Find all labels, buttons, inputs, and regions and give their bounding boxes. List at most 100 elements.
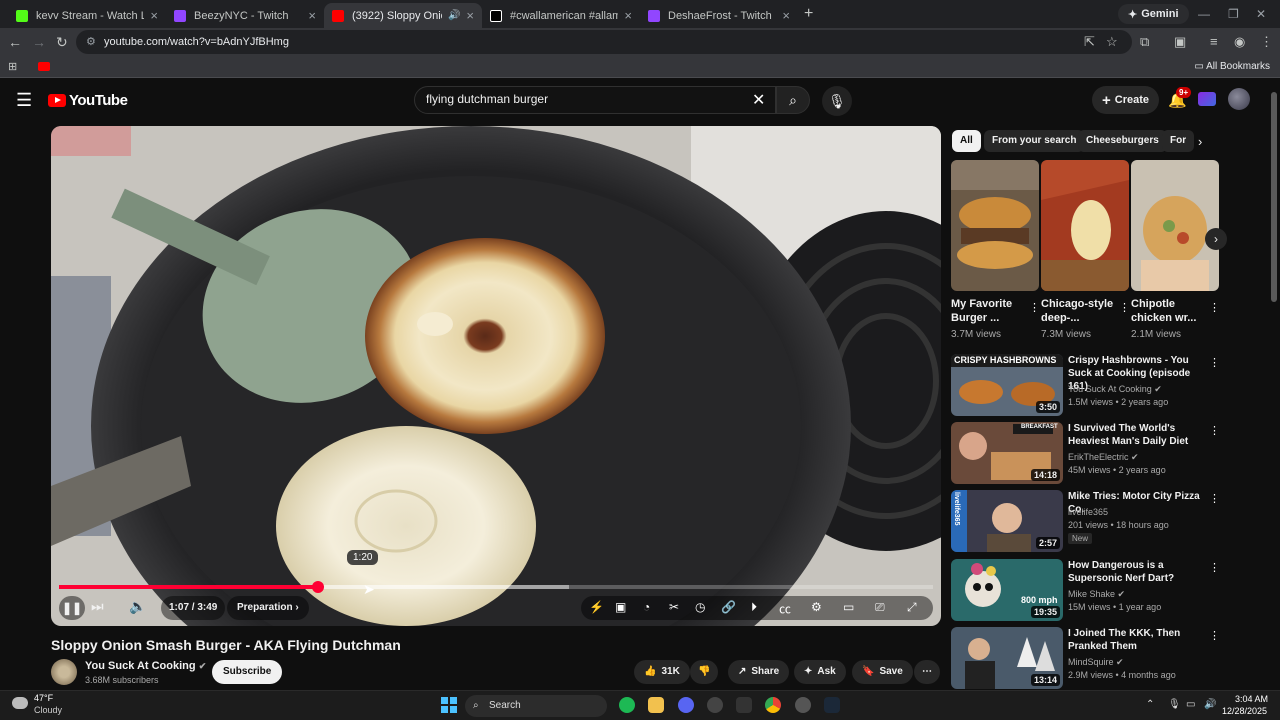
speaker-icon[interactable]: 🔊 (448, 10, 460, 21)
recommendation-channel[interactable]: livelife365 (1068, 507, 1108, 517)
kebab-menu-icon[interactable]: ⋮ (1209, 301, 1220, 314)
search-input[interactable] (426, 92, 746, 106)
lightning-icon[interactable]: ⚡ (589, 600, 604, 614)
browser-tab-twitch-beezy[interactable]: BeezyNYC - Twitch × (166, 3, 324, 28)
file-explorer-icon[interactable] (648, 697, 664, 713)
split-view-icon[interactable]: ▣ (1174, 34, 1186, 50)
youtube-logo[interactable]: YouTube (48, 92, 128, 109)
network-icon[interactable]: ▭ (1186, 699, 1195, 710)
close-tab-icon[interactable]: × (624, 8, 632, 23)
tray-overflow-icon[interactable]: ⌃ (1146, 699, 1154, 710)
kebab-menu-icon[interactable]: ⋮ (1209, 356, 1220, 369)
site-info-icon[interactable]: ⚙ (86, 35, 96, 48)
close-tab-icon[interactable]: × (308, 8, 316, 23)
save-button[interactable]: 🔖 Save (852, 660, 913, 684)
ask-button[interactable]: ✦ Ask (794, 660, 846, 684)
profile-icon[interactable]: ◉ (1234, 34, 1245, 50)
kebab-menu-icon[interactable]: ⋮ (1260, 34, 1273, 50)
dislike-button[interactable]: 👎 (690, 660, 719, 684)
chip-from-your-search[interactable]: From your search (984, 130, 1085, 152)
browser-tab-twitch-deshae[interactable]: DeshaeFrost - Twitch × (640, 3, 798, 28)
all-bookmarks-link[interactable]: ▭ All Bookmarks (1194, 61, 1270, 72)
captions-icon[interactable]: ㏄ (779, 600, 791, 617)
clock-date[interactable]: 12/28/2025 (1222, 706, 1267, 716)
shorts-scroll-right-button[interactable]: › (1205, 228, 1227, 250)
recommendation-item[interactable]: livelife365 2:57 Mike Tries: Motor City … (951, 490, 1221, 552)
bookmark-star-icon[interactable]: ☆ (1106, 34, 1118, 50)
link-icon[interactable]: 🔗 (721, 600, 736, 614)
fullscreen-icon[interactable]: ⤢ (907, 600, 917, 615)
speaker-icon[interactable]: 🔊 (1204, 699, 1216, 710)
chip-for[interactable]: For (1162, 130, 1195, 152)
autoplay-toggle-icon[interactable]: ⏵ (751, 600, 757, 615)
discord-icon[interactable] (678, 697, 694, 713)
back-icon[interactable]: ← (8, 34, 22, 50)
create-button[interactable]: + Create (1092, 86, 1160, 114)
theater-mode-icon[interactable]: ▭ (843, 600, 854, 614)
search-button[interactable]: ⌕ (776, 86, 810, 114)
clear-search-icon[interactable]: ✕ (752, 90, 765, 110)
page-scrollbar[interactable] (1271, 92, 1277, 302)
next-video-icon[interactable]: ⏭ (91, 598, 104, 615)
kebab-menu-icon[interactable]: ⋮ (1119, 301, 1130, 314)
account-avatar[interactable] (1228, 88, 1250, 110)
browser-tab-kick[interactable]: kevv Stream - Watch Live on Ki × (8, 3, 166, 28)
microphone-icon[interactable]: 🎙 (1168, 699, 1181, 710)
epic-games-icon[interactable] (736, 697, 752, 713)
kebab-menu-icon[interactable]: ⋮ (1029, 301, 1040, 314)
kebab-menu-icon[interactable]: ⋮ (1209, 561, 1220, 574)
short-item[interactable]: Chipotle chicken wr... 2.1M views ⋮ (1131, 160, 1220, 340)
voice-search-button[interactable]: 🎙 (822, 86, 852, 116)
like-button[interactable]: 👍 31K (634, 660, 690, 684)
steam-icon[interactable] (824, 697, 840, 713)
cloudy-weather-icon[interactable] (12, 697, 28, 709)
gemini-button[interactable]: ✦ Gemini (1118, 4, 1189, 24)
kebab-menu-icon[interactable]: ⋮ (1209, 424, 1220, 437)
recommendation-channel[interactable]: Mike Shake ✔ (1068, 589, 1125, 600)
close-window-icon[interactable]: ✕ (1256, 7, 1266, 21)
new-tab-button[interactable]: + (804, 5, 813, 23)
browser-tab-tiktok[interactable]: #cwallamerican #allamerican | × (482, 3, 640, 28)
recommendation-channel[interactable]: MindSquire ✔ (1068, 657, 1124, 668)
recommendation-item[interactable]: BREAKFAST 14:18 I Survived The World's H… (951, 422, 1221, 484)
subscribe-button[interactable]: Subscribe (212, 660, 283, 684)
close-tab-icon[interactable]: × (150, 8, 158, 23)
recommendation-channel[interactable]: You Suck At Cooking ✔ (1068, 384, 1162, 395)
recommendation-item[interactable]: 13:14 I Joined The KKK, Then Pranked The… (951, 627, 1221, 689)
chapter-button[interactable]: Preparation › (227, 596, 309, 620)
start-button[interactable] (441, 697, 457, 713)
clock-time[interactable]: 3:04 AM (1232, 694, 1268, 704)
pause-button[interactable]: ❚❚ (59, 596, 85, 620)
minimize-icon[interactable]: — (1198, 7, 1210, 21)
chip-all[interactable]: All (952, 130, 981, 152)
ask-gemini-icon[interactable] (1198, 92, 1216, 106)
app-icon[interactable] (795, 697, 811, 713)
miniplayer-icon[interactable]: ▣ (615, 600, 626, 614)
scrubber-handle[interactable] (311, 581, 324, 593)
youtube-bookmark-icon[interactable] (38, 62, 50, 71)
recommendation-channel[interactable]: ErikTheElectric ✔ (1068, 452, 1139, 463)
recommendation-item[interactable]: CRISPY HASHBROWNS 3:50 Crispy Hashbrowns… (951, 354, 1221, 416)
speed-icon[interactable]: ◔ (643, 600, 650, 614)
short-item[interactable]: My Favorite Burger ... 3.7M views ⋮ (951, 160, 1040, 340)
app-icon[interactable] (707, 697, 723, 713)
install-app-icon[interactable]: ⇱ (1084, 34, 1095, 50)
kebab-menu-icon[interactable]: ⋮ (1209, 492, 1220, 505)
share-button[interactable]: ↗ Share (728, 660, 790, 684)
kebab-menu-icon[interactable]: ⋮ (1209, 629, 1220, 642)
chip-cheeseburgers[interactable]: Cheeseburgers (1078, 130, 1167, 152)
close-tab-icon[interactable]: × (782, 8, 790, 23)
address-bar[interactable]: ⚙ youtube.com/watch?v=bAdnYJfBHmg (76, 30, 1132, 54)
channel-avatar[interactable] (51, 659, 77, 685)
spotify-icon[interactable] (619, 697, 635, 713)
browser-tab-youtube-active[interactable]: (3922) Sloppy Onion Smash 🔊 × (324, 3, 482, 28)
taskbar-search[interactable]: ⌕ Search (465, 695, 607, 717)
progress-bar[interactable] (59, 581, 933, 593)
short-item[interactable]: Chicago-style deep-... 7.3M views ⋮ (1041, 160, 1130, 340)
cast-icon[interactable]: ⎚ (875, 600, 885, 615)
recommendation-item[interactable]: 800 mph 19:35 How Dangerous is a Superso… (951, 559, 1221, 621)
media-controls-icon[interactable]: ≡ (1210, 34, 1218, 49)
menu-icon[interactable]: ☰ (16, 90, 32, 111)
close-tab-icon[interactable]: × (466, 8, 474, 23)
channel-name[interactable]: You Suck At Cooking ✔ (85, 660, 206, 672)
